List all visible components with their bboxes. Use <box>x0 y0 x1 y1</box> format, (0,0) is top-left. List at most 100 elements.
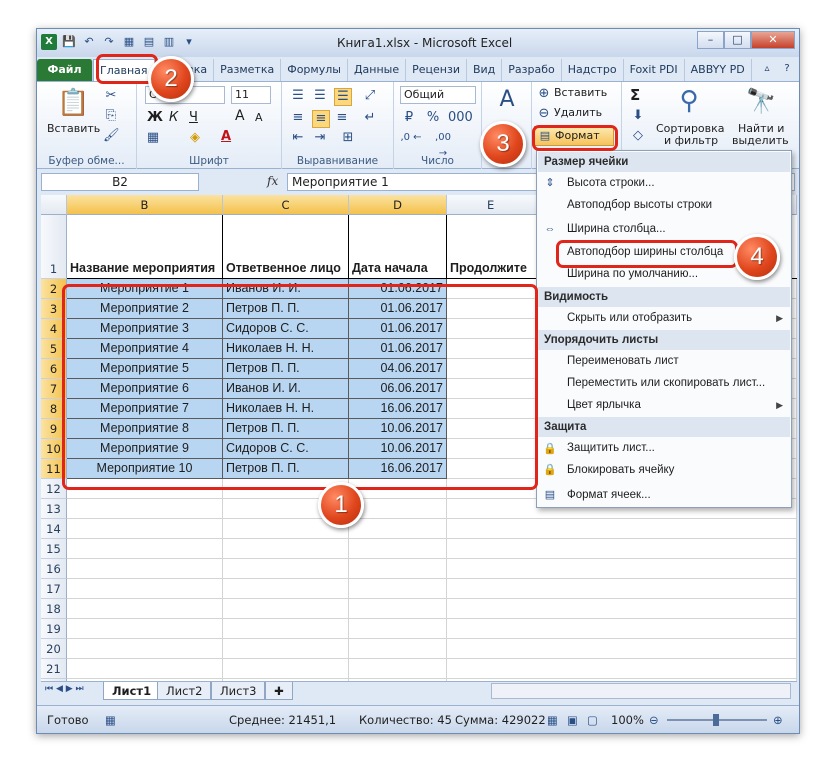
fill-icon[interactable]: ⬇ <box>630 108 646 124</box>
macro-record-icon[interactable]: ▦ <box>105 713 116 727</box>
zoom-out-icon[interactable]: ⊖ <box>649 713 659 727</box>
page-break-view-icon[interactable]: ▢ <box>587 713 598 727</box>
merge-cells-icon[interactable]: ⊞ <box>340 130 356 146</box>
currency-icon[interactable]: ₽ <box>400 110 418 126</box>
grid-cell[interactable] <box>67 599 223 619</box>
new-sheet-icon[interactable]: ✚ <box>265 682 293 700</box>
row-header[interactable]: 15 <box>41 539 67 559</box>
grid-cell[interactable] <box>67 619 223 639</box>
grid-cell[interactable] <box>67 559 223 579</box>
sheet-tab-1[interactable]: Лист1 <box>103 682 161 700</box>
header-cell[interactable]: Название мероприятия <box>67 215 223 279</box>
paste-button[interactable]: Вставить <box>47 122 100 135</box>
cut-icon[interactable]: ✂ <box>103 88 119 104</box>
tab-file[interactable]: Файл <box>37 59 93 81</box>
find-select-icon[interactable]: 🔭 <box>744 84 778 118</box>
styles-icon[interactable]: A <box>494 86 520 114</box>
grid-cell[interactable] <box>223 579 349 599</box>
grid-cell[interactable] <box>67 499 223 519</box>
zoom-level[interactable]: 100% <box>611 713 644 727</box>
grid-cell[interactable] <box>447 519 797 539</box>
row-header[interactable]: 20 <box>41 639 67 659</box>
grid-cell[interactable] <box>223 599 349 619</box>
column-header-d[interactable]: D <box>349 195 447 215</box>
close-button[interactable]: ✕ <box>751 31 795 49</box>
grid-cell[interactable] <box>447 639 797 659</box>
align-center-icon[interactable]: ≡ <box>312 110 330 128</box>
grid-cell[interactable] <box>349 659 447 679</box>
header-cell[interactable]: Ответвенное лицо <box>223 215 349 279</box>
redo-icon[interactable]: ↷ <box>101 34 117 50</box>
grid-cell[interactable] <box>447 619 797 639</box>
tab-abbyy[interactable]: ABBYY PD <box>685 59 752 81</box>
sort-filter-icon[interactable]: ⚲ <box>672 84 706 118</box>
grid-cell[interactable] <box>349 559 447 579</box>
bold-button[interactable]: Ж <box>147 110 163 125</box>
tab-page-layout[interactable]: Разметка <box>214 59 282 81</box>
menu-autofit-row-height[interactable]: Автоподбор высоты строки <box>567 195 712 215</box>
decrease-indent-icon[interactable]: ⇤ <box>290 130 306 146</box>
grid-cell[interactable] <box>349 639 447 659</box>
grid-cell[interactable] <box>223 659 349 679</box>
grid-cell[interactable] <box>447 599 797 619</box>
tab-view[interactable]: Вид <box>467 59 503 81</box>
grid-cell[interactable] <box>223 539 349 559</box>
grid-cell[interactable] <box>67 639 223 659</box>
name-box[interactable]: B2 <box>41 173 199 191</box>
delete-cells-icon[interactable]: ⊖ <box>536 106 552 122</box>
grid-cell[interactable] <box>349 539 447 559</box>
menu-format-cells[interactable]: Формат ячеек... <box>567 485 651 505</box>
grid-cell[interactable] <box>447 579 797 599</box>
increase-indent-icon[interactable]: ⇥ <box>312 130 328 146</box>
menu-row-height[interactable]: Высота строки... <box>567 173 655 193</box>
percent-icon[interactable]: % <box>424 110 442 126</box>
column-header-c[interactable]: C <box>223 195 349 215</box>
menu-column-width[interactable]: Ширина столбца... <box>567 219 666 239</box>
grid-cell[interactable] <box>67 519 223 539</box>
row-header[interactable]: 1 <box>41 215 67 279</box>
save-icon[interactable]: 💾 <box>61 34 77 50</box>
table-icon[interactable]: ▦ <box>121 34 137 50</box>
fill-color-icon[interactable]: ◈ <box>187 130 203 146</box>
shrink-font-button[interactable]: A <box>255 111 263 124</box>
tab-addins[interactable]: Надстро <box>562 59 624 81</box>
insert-cells-icon[interactable]: ⊕ <box>536 86 552 102</box>
align-left-icon[interactable]: ≡ <box>290 110 306 126</box>
grid-cell[interactable] <box>67 659 223 679</box>
align-middle-icon[interactable]: ☰ <box>312 88 328 104</box>
grid-cell[interactable] <box>349 599 447 619</box>
delete-cells-button[interactable]: Удалить <box>554 106 602 119</box>
tab-formulas[interactable]: Формулы <box>281 59 348 81</box>
zoom-in-icon[interactable]: ⊕ <box>773 713 783 727</box>
italic-button[interactable]: К <box>169 110 178 125</box>
menu-hide-unhide[interactable]: Скрыть или отобразить <box>567 308 692 328</box>
grid-cell[interactable] <box>349 519 447 539</box>
row-header[interactable]: 21 <box>41 659 67 679</box>
tab-review[interactable]: Рецензи <box>406 59 467 81</box>
row-header[interactable]: 19 <box>41 619 67 639</box>
increase-decimal-icon[interactable]: ,0 ← <box>400 130 422 146</box>
align-bottom-icon[interactable]: ☰ <box>334 88 352 106</box>
insert-cells-button[interactable]: Вставить <box>554 86 607 99</box>
borders-icon[interactable]: ▦ <box>145 130 161 146</box>
sheet-nav-arrows[interactable]: ⏮ ◀ ▶ ⏭ <box>45 684 84 694</box>
minimize-button[interactable]: – <box>697 31 724 49</box>
menu-tab-color[interactable]: Цвет ярлычка <box>567 395 641 415</box>
copy-icon[interactable]: ⎘ <box>103 108 119 124</box>
menu-lock-cell[interactable]: Блокировать ячейку <box>567 460 674 480</box>
grid-cell[interactable] <box>447 539 797 559</box>
align-right-icon[interactable]: ≡ <box>334 110 350 126</box>
grid-cell[interactable] <box>447 559 797 579</box>
row-header[interactable]: 18 <box>41 599 67 619</box>
grid-cell[interactable] <box>349 579 447 599</box>
grid-cell[interactable] <box>223 559 349 579</box>
grid-cell[interactable] <box>67 539 223 559</box>
menu-protect-sheet[interactable]: Защитить лист... <box>567 438 655 458</box>
undo-icon[interactable]: ↶ <box>81 34 97 50</box>
clear-icon[interactable]: ◇ <box>630 128 646 144</box>
align-top-icon[interactable]: ☰ <box>290 88 306 104</box>
paste-icon[interactable]: 📋 <box>57 88 89 118</box>
minimize-ribbon-icon[interactable]: ▵ <box>759 61 775 77</box>
help-icon[interactable]: ? <box>779 61 795 77</box>
grid-cell[interactable] <box>223 639 349 659</box>
